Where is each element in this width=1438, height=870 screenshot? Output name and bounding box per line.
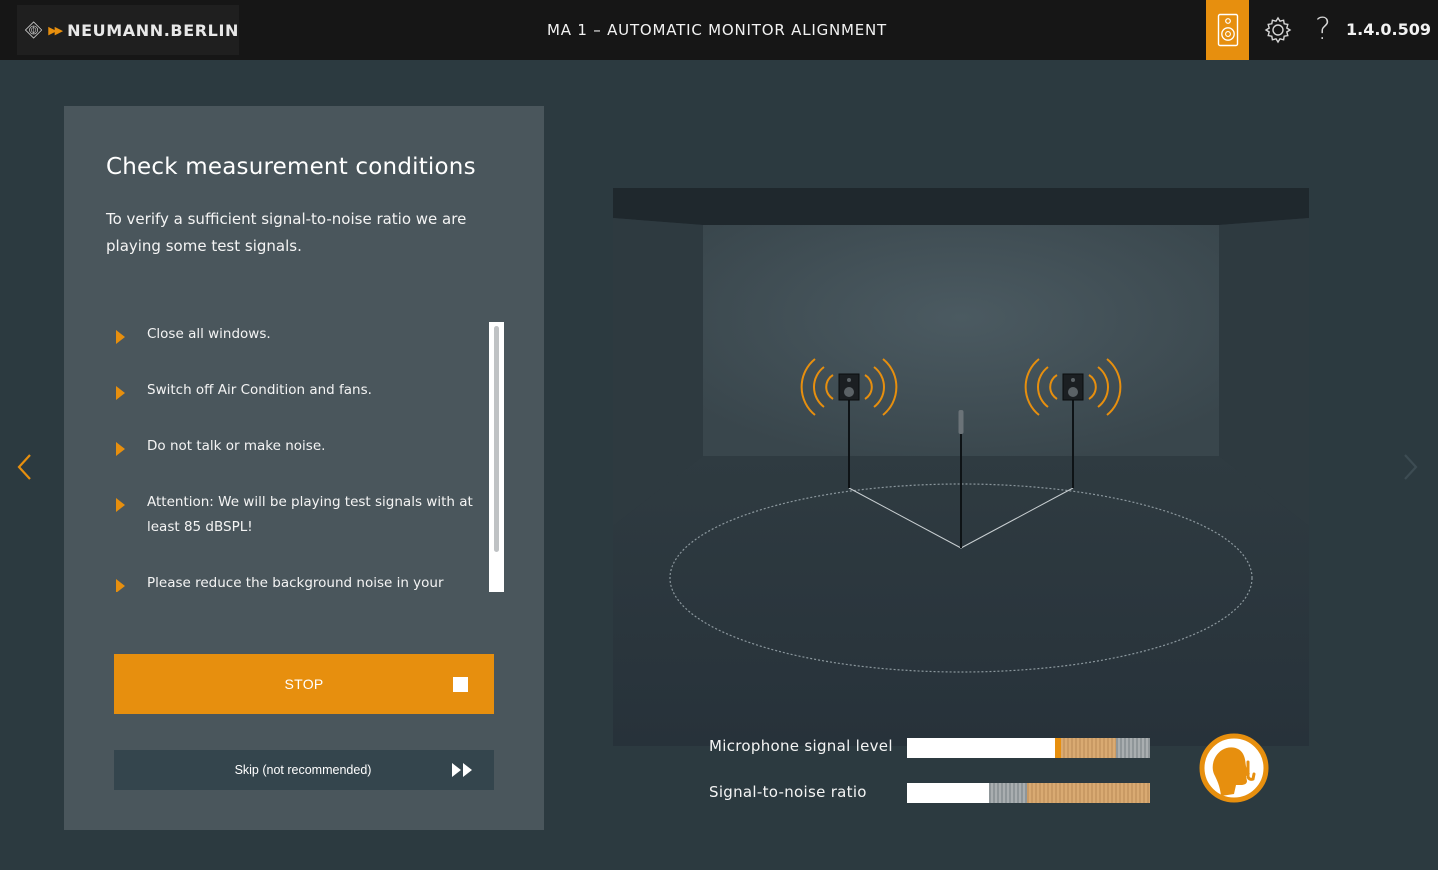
skip-button[interactable]: Skip (not recommended) xyxy=(114,750,494,790)
orange-bullet-icon xyxy=(116,579,125,592)
snr-label: Signal-to-noise ratio xyxy=(709,783,867,801)
checklist: Close all windows. Switch off Air Condit… xyxy=(112,322,492,592)
speaker-icon xyxy=(1217,13,1238,47)
mic-level-peak xyxy=(1055,738,1061,758)
orange-bullet-icon xyxy=(116,442,125,456)
question-mark-icon: ? xyxy=(1315,12,1331,47)
checklist-item: Please reduce the background noise in yo… xyxy=(112,571,492,592)
version-label: 1.4.0.509 xyxy=(1346,20,1432,39)
checklist-item: Attention: We will be playing test signa… xyxy=(112,490,492,540)
instructions-panel: Check measurement conditions To verify a… xyxy=(64,106,544,830)
room-illustration xyxy=(613,188,1309,746)
mic-level-upper-zone xyxy=(1116,738,1150,758)
stop-square-icon xyxy=(453,677,468,692)
orange-bullet-icon xyxy=(116,330,125,344)
silence-gesture-icon xyxy=(1199,733,1269,803)
scrollbar-thumb[interactable] xyxy=(494,326,499,552)
orange-bullet-icon xyxy=(116,498,125,512)
help-button[interactable]: ? xyxy=(1312,10,1334,50)
skip-button-label: Skip (not recommended) xyxy=(234,763,372,777)
previous-step-arrow-icon[interactable] xyxy=(14,452,36,482)
checklist-item-text: Do not talk or make noise. xyxy=(147,438,326,454)
checklist-item-text: Close all windows. xyxy=(147,326,271,342)
snr-fill xyxy=(907,783,989,803)
panel-intro-text: To verify a sufficient signal-to-noise r… xyxy=(106,210,467,255)
snr-lower-zone xyxy=(989,783,1027,803)
panel-title: Check measurement conditions xyxy=(106,154,476,180)
checklist-item: Close all windows. xyxy=(112,322,492,347)
snr-meter xyxy=(907,783,1150,803)
stop-button[interactable]: STOP xyxy=(114,654,494,714)
gear-icon xyxy=(1264,16,1292,44)
checklist-item-text: Switch off Air Condition and fans. xyxy=(147,382,372,398)
checklist-item: Do not talk or make noise. xyxy=(112,434,492,459)
checklist-item: Switch off Air Condition and fans. xyxy=(112,378,492,403)
next-step-arrow-icon[interactable] xyxy=(1399,452,1421,482)
checklist-item-text: Please reduce the background noise in yo… xyxy=(147,575,444,591)
orange-bullet-icon xyxy=(116,386,125,400)
speaker-setup-button[interactable] xyxy=(1206,0,1249,60)
top-bar: ▶▶ NEUMANN.BERLIN MA 1 – AUTOMATIC MONIT… xyxy=(0,0,1438,60)
stop-button-label: STOP xyxy=(284,676,324,692)
fast-forward-icon xyxy=(452,763,472,777)
mic-level-label: Microphone signal level xyxy=(709,737,893,755)
checklist-item-text: Attention: We will be playing test signa… xyxy=(147,494,473,535)
checklist-scrollbar[interactable] xyxy=(489,322,504,592)
settings-button[interactable] xyxy=(1262,14,1294,46)
mic-level-fill xyxy=(907,738,1055,758)
mic-level-meter xyxy=(907,738,1150,758)
